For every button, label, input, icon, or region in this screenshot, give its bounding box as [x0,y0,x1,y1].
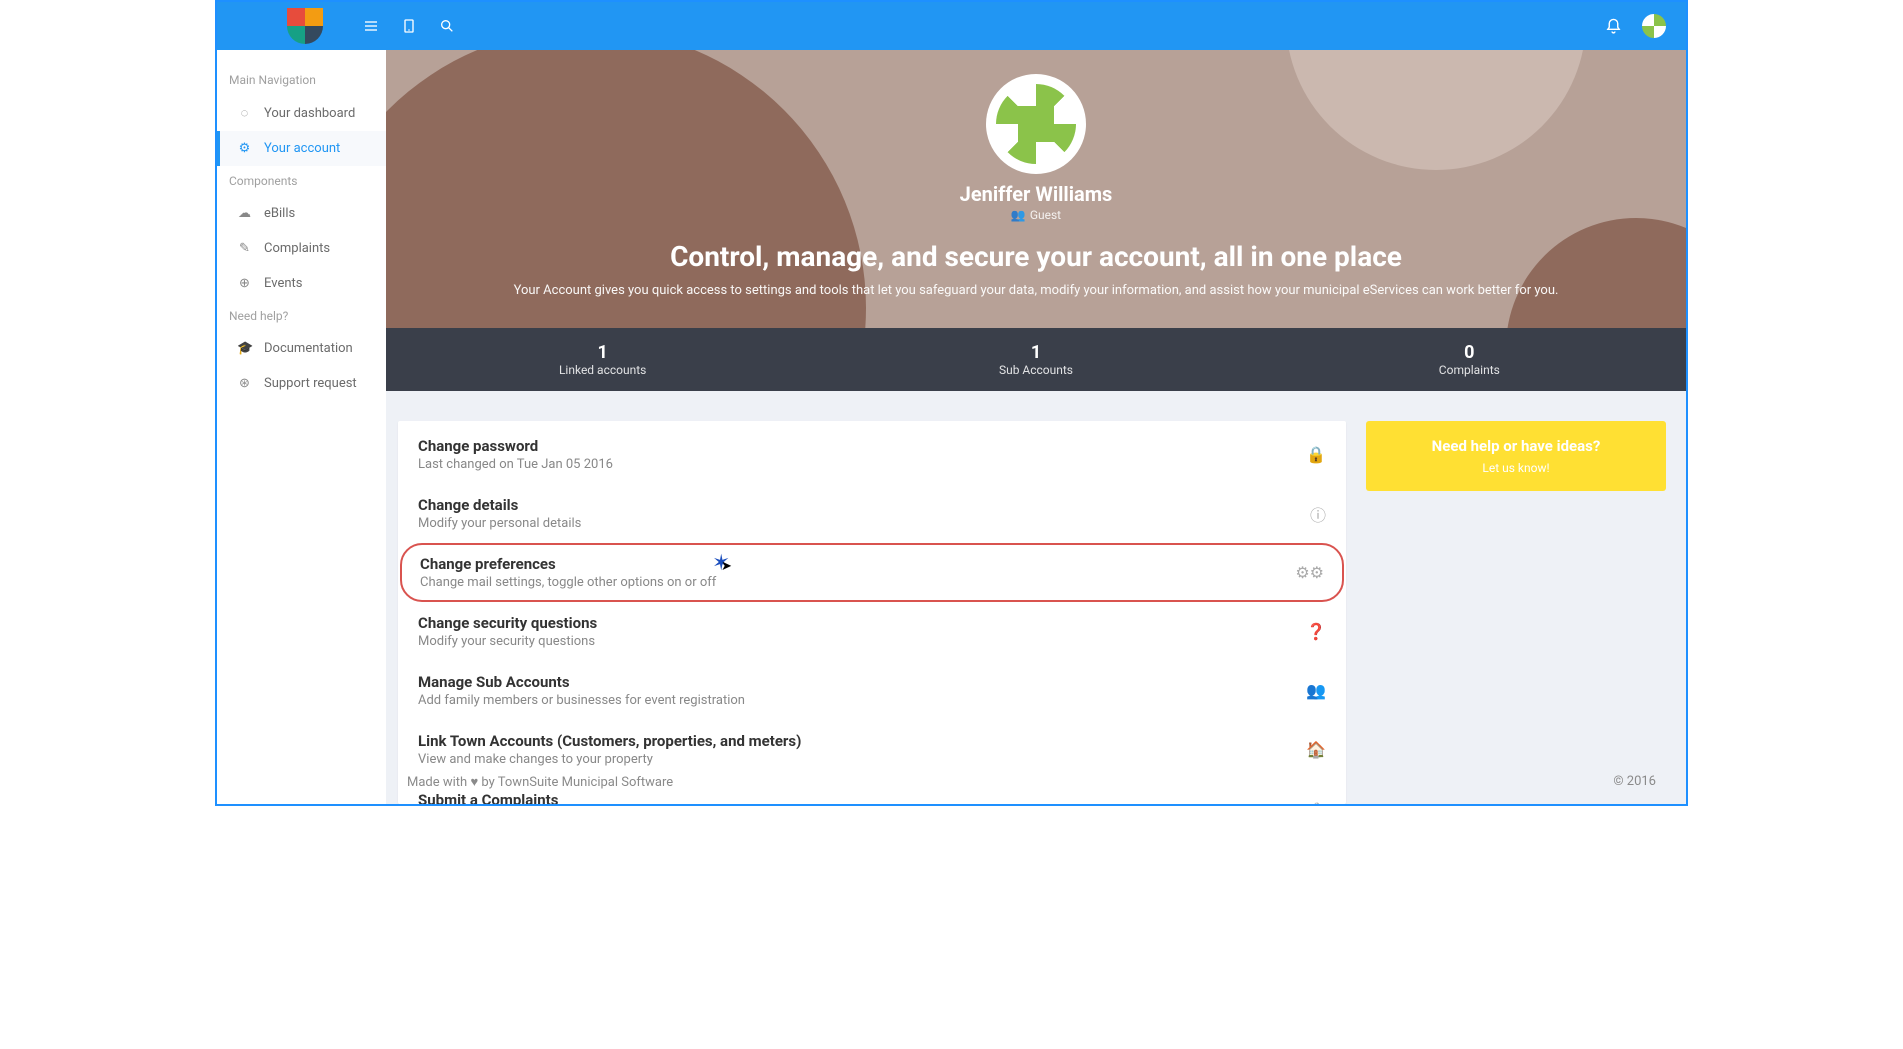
sidebar-item-label: Your dashboard [264,106,355,121]
item-sub: Change mail settings, toggle other optio… [420,575,1295,590]
main: Jeniffer Williams 👥 Guest Control, manag… [386,50,1686,804]
item-change-preferences[interactable]: Change preferences Change mail settings,… [400,543,1344,602]
stat-label: Sub Accounts [819,363,1252,377]
stat-value: 0 [1253,342,1686,363]
item-sub: Modify your security questions [418,634,1306,649]
gauge-icon: ◌ [237,105,252,121]
sidebar-item-label: Support request [264,376,357,391]
role-label: Guest [1030,208,1061,222]
topbar [217,2,1686,50]
users-icon: 👥 [1306,681,1326,700]
gear-icon: ⚙ [237,141,252,156]
heart-icon: ♥ [470,775,478,790]
sidebar-item-complaints[interactable]: ✎ Complaints [217,231,386,266]
avatar[interactable] [1642,14,1666,38]
stat-complaints[interactable]: 0 Complaints [1253,328,1686,391]
footer: Made with ♥ by TownSuite Municipal Softw… [397,766,1666,798]
inbox-icon: ☁ [237,206,252,221]
graduation-icon: 🎓 [237,341,252,356]
sidebar-item-label: Events [264,276,302,291]
sidebar-item-events[interactable]: ⊕ Events [217,266,386,301]
sidebar-item-label: Documentation [264,341,353,356]
stat-linked[interactable]: 1 Linked accounts [386,328,819,391]
bell-icon[interactable] [1605,18,1622,35]
side-column: Need help or have ideas? Let us know! [1366,421,1666,804]
sidebar-item-label: eBills [264,206,295,221]
info-icon: ⓘ [1310,502,1326,526]
item-title: Change preferences [420,555,1295,573]
stat-sub[interactable]: 1 Sub Accounts [819,328,1252,391]
sidebar-section-help: Need help? [217,301,386,331]
user-name: Jeniffer Williams [406,182,1666,206]
item-title: Change details [418,496,1310,514]
home-icon: 🏠 [1306,740,1326,759]
menu-icon[interactable] [363,18,379,34]
page-title: Control, manage, and secure your account… [406,240,1666,273]
item-change-security[interactable]: Change security questions Modify your se… [398,602,1346,661]
item-change-details[interactable]: Change details Modify your personal deta… [398,484,1346,543]
users-icon: 👥 [1011,208,1026,222]
sidebar-item-documentation[interactable]: 🎓 Documentation [217,331,386,366]
cursor-annotation-icon: ✶➤ [712,553,730,575]
lock-icon: 🔒 [1306,445,1326,464]
top-left-icons [363,18,455,34]
sidebar-item-label: Complaints [264,241,330,256]
lifebuoy-icon: ⊛ [237,376,252,391]
stats-bar: 1 Linked accounts 1 Sub Accounts 0 Compl… [386,328,1686,391]
stat-label: Linked accounts [386,363,819,377]
sidebar-section-components: Components [217,166,386,196]
footer-credit: Made with ♥ by TownSuite Municipal Softw… [407,774,673,790]
item-sub: View and make changes to your property [418,752,1306,767]
item-title: Link Town Accounts (Customers, propertie… [418,732,1306,750]
sidebar-item-label: Your account [264,141,340,156]
tablet-icon[interactable] [401,18,417,34]
item-sub: Modify your personal details [418,516,1310,531]
app-frame: Main Navigation ◌ Your dashboard ⚙ Your … [215,0,1688,806]
item-title: Change security questions [418,614,1306,632]
item-sub: Last changed on Tue Jan 05 2016 [418,457,1306,472]
sidebar: Main Navigation ◌ Your dashboard ⚙ Your … [217,50,386,804]
item-title: Manage Sub Accounts [418,673,1306,691]
sidebar-item-dashboard[interactable]: ◌ Your dashboard [217,95,386,131]
hero: Jeniffer Williams 👥 Guest Control, manag… [386,50,1686,328]
edit-icon: ✎ [237,241,252,256]
sidebar-item-support[interactable]: ⊛ Support request [217,366,386,401]
question-icon: ❓ [1306,622,1326,641]
edit-icon: ✎ [1313,799,1326,804]
sidebar-item-account[interactable]: ⚙ Your account [217,131,386,166]
logo-shield-icon[interactable] [287,8,323,44]
help-card[interactable]: Need help or have ideas? Let us know! [1366,421,1666,491]
user-role: 👥 Guest [406,208,1666,222]
sidebar-section-main: Main Navigation [217,65,386,95]
content-area: Change password Last changed on Tue Jan … [386,391,1686,804]
gears-icon: ⚙︎⚙︎ [1295,563,1324,582]
item-title: Change password [418,437,1306,455]
settings-list: Change password Last changed on Tue Jan … [398,421,1346,804]
stat-value: 1 [819,342,1252,363]
help-card-title: Need help or have ideas? [1376,437,1656,455]
footer-copyright: © 2016 [1613,774,1656,790]
help-card-action: Let us know! [1376,461,1656,475]
stat-label: Complaints [1253,363,1686,377]
item-change-password[interactable]: Change password Last changed on Tue Jan … [398,425,1346,484]
globe-icon: ⊕ [237,276,252,291]
search-icon[interactable] [439,18,455,34]
avatar [986,74,1086,174]
footer-prefix: Made with [407,775,467,790]
item-manage-sub-accounts[interactable]: Manage Sub Accounts Add family members o… [398,661,1346,720]
sidebar-item-ebills[interactable]: ☁ eBills [217,196,386,231]
stat-value: 1 [386,342,819,363]
page-subtitle: Your Account gives you quick access to s… [406,283,1666,298]
top-right-icons [1605,14,1666,38]
footer-suffix: by TownSuite Municipal Software [481,775,673,790]
item-sub: Add family members or businesses for eve… [418,693,1306,708]
